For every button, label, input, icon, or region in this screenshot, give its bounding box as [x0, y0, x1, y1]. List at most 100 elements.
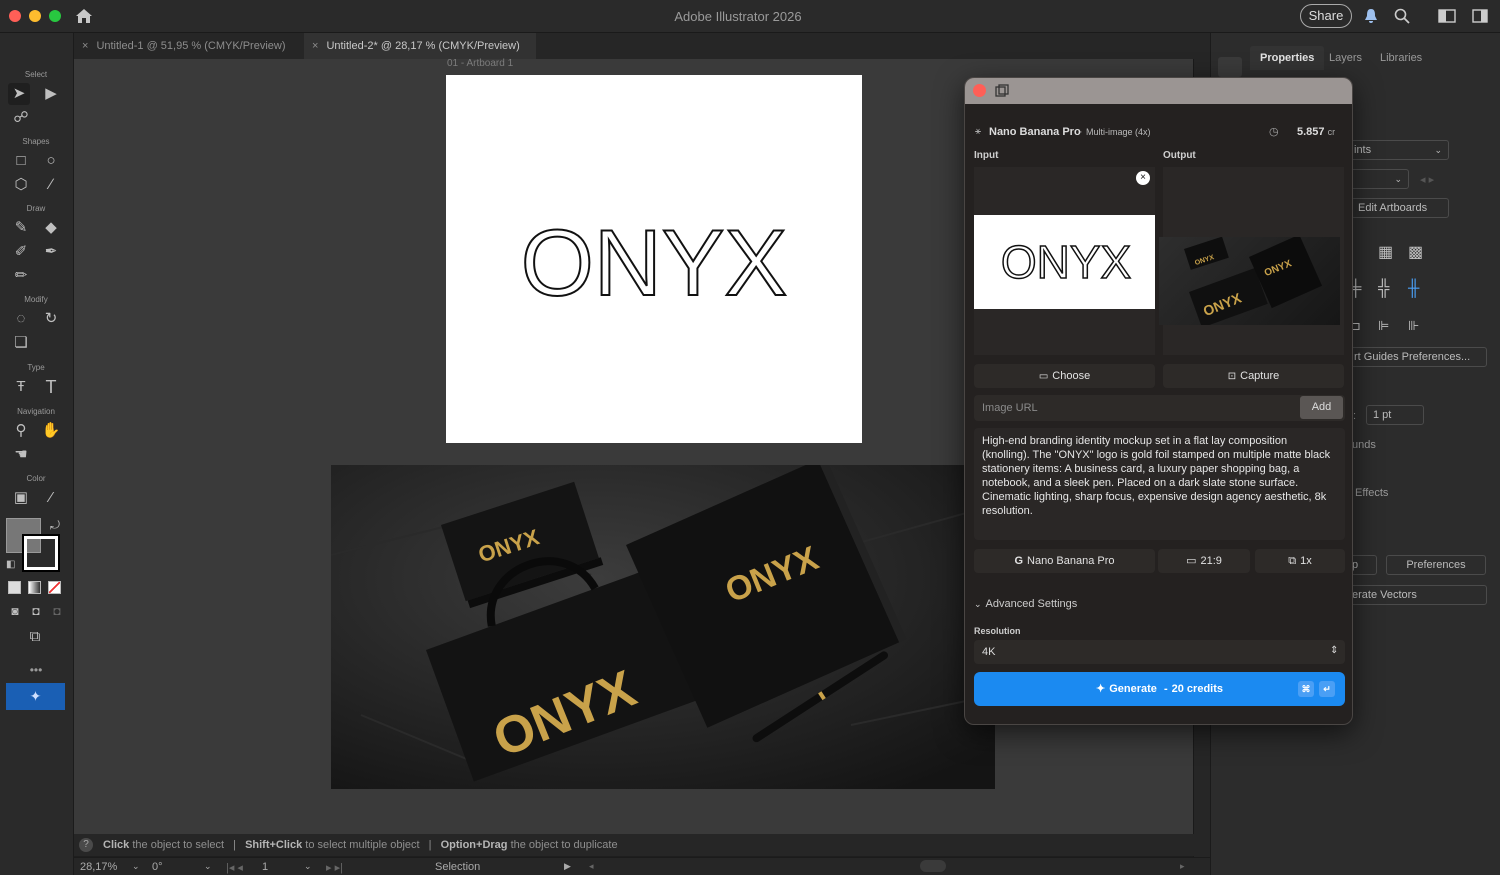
type-on-path-icon[interactable]: Ŧ [10, 376, 32, 398]
artboard-dropdown-icon[interactable]: ⌄ [304, 861, 312, 872]
capture-button[interactable]: ⊡ Capture [1163, 364, 1344, 388]
gradient-tool-icon[interactable]: ▣ [10, 487, 32, 509]
google-icon: G [1014, 555, 1024, 567]
eyedropper-tool-icon[interactable]: ⁄ [40, 487, 62, 509]
horizontal-scroll-thumb[interactable] [920, 860, 946, 872]
tab-properties[interactable]: Properties [1250, 46, 1325, 70]
eraser-tool-icon[interactable]: ◆ [40, 217, 62, 239]
distribute-icon[interactable]: ⊪ [1408, 318, 1419, 334]
screen-mode-icon[interactable]: ⧉ [24, 626, 46, 648]
more-tools-icon[interactable]: ••• [0, 663, 72, 677]
regenerate-vectors-button[interactable]: erate Vectors [1345, 585, 1487, 605]
next-artboard-icon[interactable]: ▸ ▸| [326, 861, 343, 874]
input-dropzone[interactable]: ONYX × [974, 167, 1155, 355]
help-icon[interactable]: ? [79, 838, 93, 852]
none-mode-icon[interactable] [48, 581, 61, 594]
draw-behind-icon[interactable]: ◘ [25, 600, 47, 622]
direct-selection-tool-icon[interactable]: ▶ [40, 83, 62, 105]
transparency-grid-icon[interactable]: ▩ [1408, 242, 1423, 262]
color-mode-icon[interactable] [8, 581, 21, 594]
pencil-tool-icon[interactable]: ✎ [10, 217, 32, 239]
sparkle-icon: ✦ [1095, 683, 1106, 695]
guides-preferences-button[interactable]: rt Guides Preferences... [1347, 347, 1487, 367]
edit-artboards-button[interactable]: Edit Artboards [1351, 198, 1449, 218]
remove-input-icon[interactable]: × [1136, 171, 1150, 185]
tab-close-icon[interactable]: × [82, 40, 88, 52]
generate-button[interactable]: ✦ Generate -20 credits ⌘ ↵ [974, 672, 1345, 706]
tab-untitled-2[interactable]: × Untitled-2* @ 28,17 % (CMYK/Preview) [304, 33, 536, 59]
rectangle-tool-icon[interactable]: □ [10, 150, 32, 172]
comments-icon[interactable] [1218, 57, 1242, 77]
tab-libraries[interactable]: Libraries [1370, 46, 1432, 70]
zoom-dropdown-icon[interactable]: ⌄ [132, 861, 140, 872]
search-icon[interactable] [1394, 8, 1410, 24]
tab-untitled-1[interactable]: × Untitled-1 @ 51,95 % (CMYK/Preview) [74, 33, 302, 59]
stroke-swatch[interactable] [22, 534, 60, 572]
tool-group-label: Color [26, 474, 46, 483]
workspace-icon[interactable] [1438, 9, 1456, 23]
brush-tool-icon[interactable]: ✐ [10, 241, 32, 263]
lasso-tool-icon[interactable]: ◌ [10, 308, 32, 330]
scroll-left-icon[interactable]: ◂ [589, 861, 594, 872]
tab-close-icon[interactable]: × [312, 40, 318, 52]
ellipse-tool-icon[interactable]: ○ [40, 150, 62, 172]
draw-normal-icon[interactable]: ◙ [4, 600, 26, 622]
artboard-select[interactable]: ⌄ [1347, 169, 1409, 189]
mockup-image[interactable]: ONYX ONYX ONYX [331, 465, 995, 789]
tool-menu-icon[interactable]: ▶ [564, 861, 571, 872]
plugin-dialog: ⚹ Nano Banana Pro · Multi-image (4x) ◷ 5… [964, 77, 1353, 725]
zoom-tool-icon[interactable]: ⚲ [10, 420, 32, 442]
first-artboard-icon[interactable]: |◂ ◂ [226, 861, 243, 874]
pen-tool-icon[interactable]: ✒ [40, 241, 62, 263]
align-left-icon[interactable]: ⊫ [1378, 318, 1389, 334]
rotate-tool-icon[interactable]: ↻ [40, 308, 62, 330]
add-url-button[interactable]: Add [1300, 396, 1343, 419]
choose-button[interactable]: ▭ Choose [974, 364, 1155, 388]
artboard[interactable]: ONYX [446, 75, 862, 443]
zoom-field[interactable]: 28,17% [80, 861, 117, 873]
share-button[interactable]: Share [1300, 4, 1352, 28]
plugin-sparkle-icon[interactable]: ✦ [6, 683, 65, 710]
advanced-settings-toggle[interactable]: ⌄ Advanced Settings [974, 598, 1077, 610]
hand-tool-icon[interactable]: ✋ [40, 420, 62, 442]
dialog-close-button[interactable] [973, 84, 986, 97]
image-count-button[interactable]: ⧉ 1x [1255, 549, 1345, 573]
draw-inside-icon[interactable]: ◘ [46, 600, 68, 622]
group-selection-icon[interactable]: ☍ [10, 107, 32, 129]
bell-icon[interactable] [1364, 8, 1378, 24]
type-tool-icon[interactable]: T [40, 376, 62, 398]
preferences-button[interactable]: Preferences [1386, 555, 1486, 575]
rotation-field[interactable]: 0° [152, 861, 163, 873]
panel-toggle-icon[interactable] [1472, 9, 1488, 23]
shape-builder-icon[interactable]: ❏ [10, 332, 32, 354]
tab-layers[interactable]: Layers [1319, 46, 1372, 70]
scroll-right-icon[interactable]: ▸ [1180, 861, 1185, 872]
input-label: Input [974, 150, 999, 161]
prompt-textarea[interactable]: High-end branding identity mockup set in… [974, 428, 1345, 540]
onyx-outline-logo[interactable]: ONYX [446, 75, 862, 443]
blob-brush-icon[interactable]: ✏ [10, 265, 32, 287]
output-preview[interactable]: ONYX ONYX ONYX [1159, 167, 1344, 355]
polygon-tool-icon[interactable]: ⬡ [10, 174, 32, 196]
dialog-pin-icon[interactable] [995, 84, 1009, 98]
selection-tool-icon[interactable]: ➤ [8, 83, 30, 105]
resolution-select[interactable]: 4K ⇕ [974, 640, 1345, 664]
artboard-nav-icon[interactable]: ◂ ▸ [1420, 173, 1434, 186]
rotate-view-icon[interactable]: ☚ [10, 444, 32, 466]
aspect-ratio-button[interactable]: ▭ 21:9 [1158, 549, 1250, 573]
stroke-weight-field[interactable]: 1 pt [1366, 405, 1424, 425]
model-select-button[interactable]: G Nano Banana Pro [974, 549, 1155, 573]
history-icon[interactable]: ◷ [1269, 125, 1279, 138]
shaper-tool-icon[interactable]: ∕ [40, 174, 62, 196]
rotation-dropdown-icon[interactable]: ⌄ [204, 861, 212, 872]
guides-icon[interactable]: ╬ [1378, 280, 1389, 298]
capture-icon: ⊡ [1227, 371, 1237, 382]
snap-icon[interactable]: ╫ [1408, 280, 1419, 298]
swap-colors-icon[interactable]: ⤾ [50, 518, 60, 533]
grid-icon[interactable]: ▦ [1378, 242, 1393, 262]
artboard-number-field[interactable]: 1 [262, 861, 268, 873]
default-colors-icon[interactable]: ◧ [6, 559, 15, 570]
units-select[interactable]: ints ⌄ [1347, 140, 1449, 160]
image-url-field[interactable]: Image URL Add [974, 395, 1345, 421]
gradient-mode-icon[interactable] [28, 581, 41, 594]
